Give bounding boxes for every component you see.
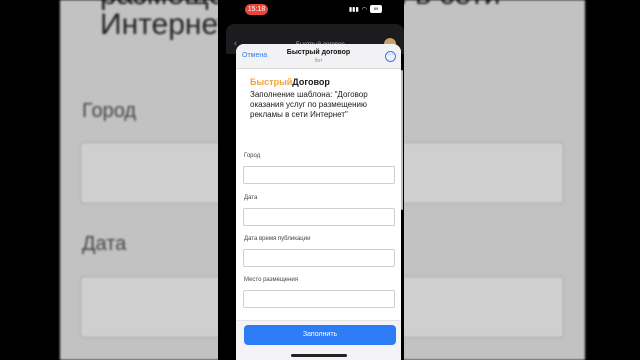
publication-datetime-input[interactable] xyxy=(243,249,395,267)
status-time: 15:18 xyxy=(245,4,268,15)
status-bar: 15:18 ▮▮▮ ◠ 89 xyxy=(218,4,404,16)
sheet-title: Быстрый договор xyxy=(286,49,351,56)
phone-screen: 15:18 ▮▮▮ ◠ 89 ‹ Быстрый договор Отмена … xyxy=(218,0,404,360)
field-label-placement: Место размещения xyxy=(244,277,299,283)
sheet-header: Отмена Быстрый договор бот ··· xyxy=(236,44,401,69)
more-options-icon[interactable]: ··· xyxy=(385,51,396,62)
fill-button[interactable]: Заполнить xyxy=(244,325,396,345)
form-heading: Заполнение шаблона: "Договор оказания ус… xyxy=(250,90,368,119)
brand-part-2: Договор xyxy=(292,77,330,87)
webapp-sheet: Отмена Быстрый договор бот ··· БыстрыйДо… xyxy=(236,44,401,360)
signal-icon: ▮▮▮ xyxy=(348,6,359,13)
placement-input[interactable] xyxy=(243,290,395,308)
field-label-publication-datetime: Дата время публикации xyxy=(244,236,311,242)
field-label-city: Город xyxy=(244,153,261,159)
field-label-date: Дата xyxy=(244,195,258,201)
status-icons: ▮▮▮ ◠ 89 xyxy=(349,5,382,13)
brand-part-1: Быстрый xyxy=(250,77,293,87)
home-indicator xyxy=(291,354,347,357)
bottom-bar: Заполнить xyxy=(236,320,401,360)
brand-logo: БыстрыйДоговор xyxy=(250,77,330,87)
sheet-subtitle: бот xyxy=(314,58,323,64)
city-input[interactable] xyxy=(243,166,395,184)
battery-icon: 89 xyxy=(370,5,382,13)
scrollbar[interactable] xyxy=(401,70,403,210)
date-input[interactable] xyxy=(243,208,395,226)
wifi-icon: ◠ xyxy=(361,6,367,13)
